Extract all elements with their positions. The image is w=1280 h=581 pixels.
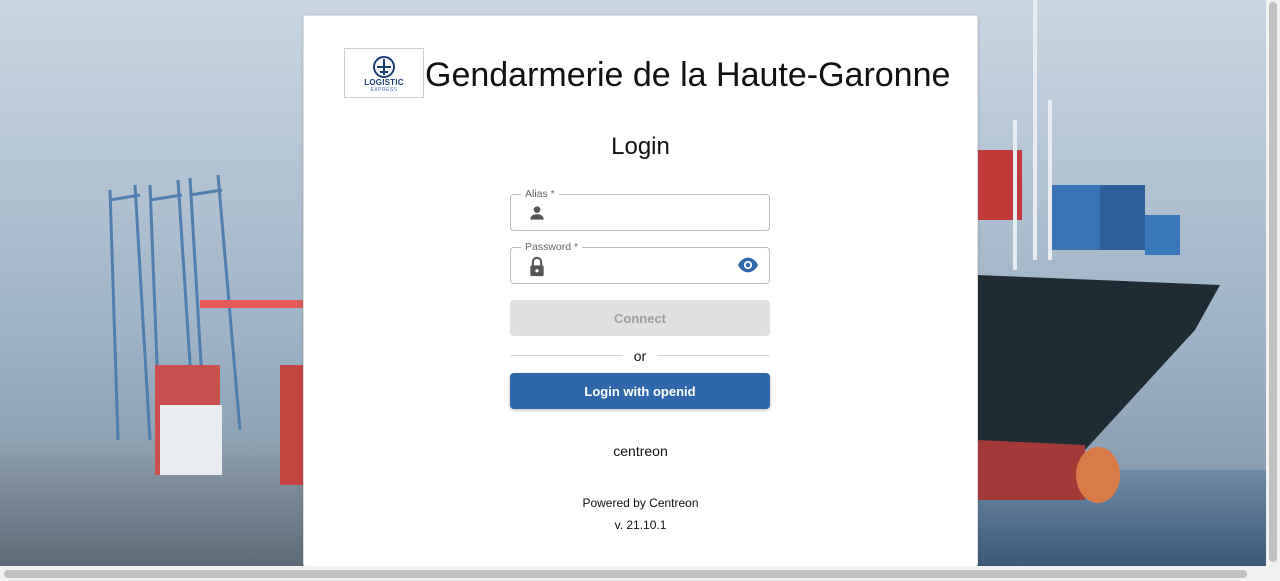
password-input[interactable] xyxy=(557,254,731,278)
or-label: or xyxy=(633,348,647,364)
person-icon xyxy=(530,206,544,220)
password-field[interactable]: Password * xyxy=(510,240,770,284)
vertical-scrollbar-thumb[interactable] xyxy=(1269,2,1277,562)
divider-line-right xyxy=(657,355,770,356)
eye-icon[interactable] xyxy=(737,257,759,273)
password-label: Password * xyxy=(521,240,583,254)
lock-icon xyxy=(530,256,544,277)
company-logo: LOGISTIC EXPRESS xyxy=(344,48,424,98)
logo-subword: EXPRESS xyxy=(370,86,398,93)
connect-button[interactable]: Connect xyxy=(510,300,770,336)
platform-name: centreon xyxy=(613,443,668,459)
airplane-icon xyxy=(373,55,395,78)
horizontal-scrollbar[interactable] xyxy=(0,566,1280,581)
login-card: LOGISTIC EXPRESS Gendarmerie de la Haute… xyxy=(303,15,978,567)
login-heading: Login xyxy=(611,133,670,160)
or-divider: or xyxy=(510,346,770,366)
powered-by: Powered by Centreon xyxy=(582,496,699,510)
openid-login-button[interactable]: Login with openid xyxy=(510,373,770,409)
alias-label: Alias * xyxy=(521,187,559,201)
page-title: Gendarmerie de la Haute-Garonne xyxy=(425,56,951,94)
logo-word: LOGISTIC xyxy=(364,77,404,87)
version-label: v. 21.10.1 xyxy=(614,518,667,532)
alias-input[interactable] xyxy=(557,201,731,225)
alias-field[interactable]: Alias * xyxy=(510,187,770,231)
horizontal-scrollbar-thumb[interactable] xyxy=(4,570,1247,578)
vertical-scrollbar[interactable] xyxy=(1266,0,1280,566)
